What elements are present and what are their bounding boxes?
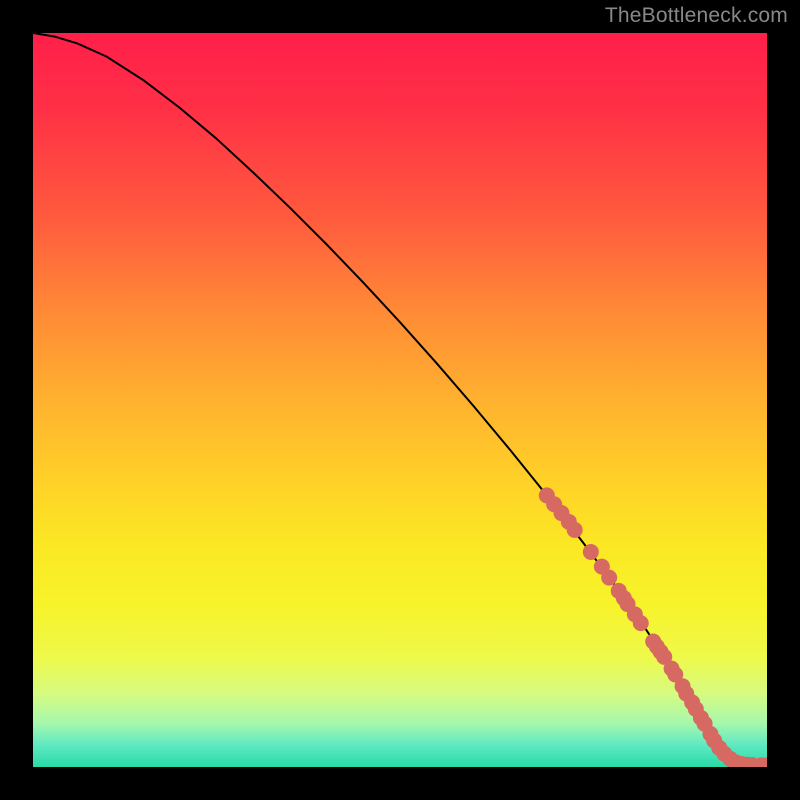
marker-point (583, 544, 599, 560)
watermark-text: TheBottleneck.com (605, 4, 788, 28)
marker-group (539, 487, 767, 767)
chart-svg (33, 33, 767, 767)
marker-point (567, 522, 583, 538)
marker-point (633, 615, 649, 631)
chart-area (33, 33, 767, 767)
marker-point (601, 570, 617, 586)
